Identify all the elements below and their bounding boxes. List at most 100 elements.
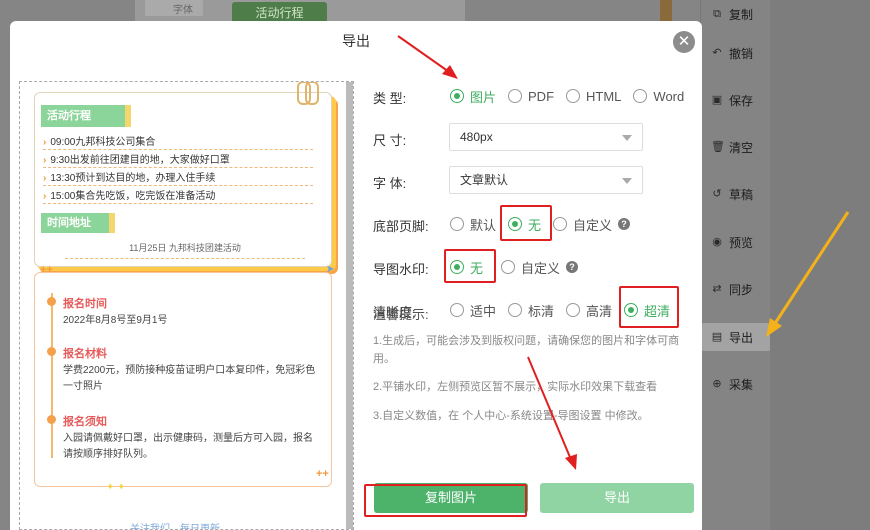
- tool-export-label: 导出: [729, 330, 754, 345]
- tool-clear-label: 清空: [729, 140, 754, 155]
- preview-scrollbar[interactable]: [346, 82, 353, 529]
- sync-icon: ⇄: [712, 283, 722, 295]
- footer-option-default[interactable]: 默认: [450, 215, 496, 234]
- undo-icon: ↶: [712, 47, 722, 59]
- eye-icon: ◉: [712, 236, 722, 248]
- radio-icon: [566, 303, 581, 317]
- type-option-label: Word: [653, 88, 685, 104]
- watermark-label: 导图水印:: [373, 262, 429, 277]
- editor-thumbnail-label: 字体: [173, 5, 193, 16]
- schedule-item: › 09:00九邦科技公司集合: [43, 135, 313, 150]
- watermark-option-custom[interactable]: 自定义: [501, 258, 560, 277]
- size-select[interactable]: 480px: [449, 123, 643, 151]
- tool-draft-label: 草稿: [729, 187, 754, 202]
- timeline-dot: [47, 347, 56, 356]
- tool-preview-label: 预览: [729, 235, 754, 250]
- footer-label: 底部页脚:: [373, 219, 429, 234]
- right-panel-background: [770, 0, 870, 530]
- radio-icon: [450, 217, 464, 231]
- preview-footer: 关注我们，每日更新: [130, 524, 220, 530]
- watermark-option-label: 自定义: [521, 260, 561, 276]
- schedule-item-text: 13:30预计到达目的地，办理入住手续: [50, 173, 216, 184]
- plus-decoration-icon: ++: [40, 264, 53, 276]
- tool-preview[interactable]: ◉ 预览: [701, 228, 771, 256]
- type-label: 类 型:: [373, 91, 407, 106]
- tool-save-label: 保存: [729, 93, 754, 108]
- radio-icon: [633, 89, 648, 103]
- tip-line: 1.生成后，可能会涉及到版权问题，请确保您的图片和字体可商用。: [373, 335, 680, 365]
- tool-copy[interactable]: ⧉ 复制: [701, 0, 771, 28]
- tool-collect-label: 采集: [729, 377, 754, 392]
- clarity-option-medium[interactable]: 适中: [450, 301, 496, 320]
- schedule-item: › 9:30出发前往团建目的地，大家做好口罩: [43, 153, 313, 168]
- schedule-item-text: 15:00集合先吃饭，吃完饭在准备活动: [50, 191, 216, 202]
- schedule-header: 活动行程: [41, 105, 131, 127]
- type-option-pdf[interactable]: PDF: [508, 89, 554, 104]
- font-select[interactable]: 文章默认: [449, 166, 643, 194]
- radio-icon: [501, 260, 516, 274]
- type-option-label: PDF: [528, 88, 555, 104]
- type-options: 图片 PDF HTML Word: [450, 85, 696, 107]
- save-icon: ▣: [711, 94, 723, 106]
- export-button[interactable]: 导出: [540, 483, 694, 513]
- tool-draft[interactable]: ↺ 草稿: [701, 180, 771, 208]
- caret-down-icon: [622, 178, 632, 184]
- highlight-box: [500, 205, 552, 241]
- paperclip-icon: [305, 82, 319, 105]
- chevron-right-icon: ›: [43, 137, 47, 148]
- right-toolbar: ⧉ 复制 ↶ 撤销 ▣ 保存 🗑 清空 ↺ 草稿 ◉ 预览 ⇄ 同步 ▤ 导出 ⊕ 采集: [700, 0, 771, 530]
- export-preview: 活动行程 › 09:00九邦科技公司集合 › 9:30出发前往团建目的地，大家做好口…: [19, 81, 354, 530]
- tool-undo[interactable]: ↶ 撤销: [701, 39, 771, 67]
- radio-icon: [553, 217, 568, 231]
- section-body: 2022年8月8号至9月1号: [63, 315, 168, 326]
- footer-option-label: 默认: [470, 217, 497, 233]
- tool-export[interactable]: ▤ 导出: [701, 323, 771, 351]
- section-body: 学费2200元，预防接种疫苗证明户口本复印件，免冠彩色一寸照片: [63, 365, 316, 392]
- schedule-item: › 15:00集合先吃饭，吃完饭在准备活动: [43, 189, 313, 204]
- radio-icon: [508, 303, 523, 317]
- schedule-item-text: 9:30出发前往团建目的地，大家做好口罩: [50, 155, 230, 166]
- tool-save[interactable]: ▣ 保存: [701, 86, 771, 114]
- clarity-option-label: 标清: [528, 303, 555, 319]
- caret-down-icon: [622, 135, 632, 141]
- plus-decoration-icon: ++: [316, 468, 329, 480]
- type-option-html[interactable]: HTML: [566, 89, 621, 104]
- type-option-label: 图片: [470, 89, 497, 105]
- chevron-right-icon: ›: [43, 155, 47, 166]
- footer-option-label: 自定义: [573, 217, 613, 233]
- size-label: 尺 寸:: [373, 133, 407, 148]
- type-option-label: HTML: [586, 88, 622, 104]
- tool-sync-label: 同步: [729, 282, 754, 297]
- chevron-right-icon: ›: [43, 173, 47, 184]
- section-title: 报名时间: [63, 298, 107, 310]
- schedule-card-footer: 11月25日 九邦科技团建活动: [65, 241, 305, 259]
- font-label: 字 体:: [373, 176, 407, 191]
- registration-card: 报名时间 2022年8月8号至9月1号 报名材料 学费2200元，预防接种疫苗证…: [34, 272, 332, 487]
- size-select-value: 480px: [460, 130, 493, 144]
- collect-icon: ⊕: [712, 378, 722, 390]
- radio-icon: [508, 89, 523, 103]
- draft-icon: ↺: [712, 188, 722, 200]
- help-icon[interactable]: ?: [566, 261, 579, 273]
- section-title: 报名材料: [63, 348, 107, 360]
- tool-collect[interactable]: ⊕ 采集: [701, 370, 771, 398]
- tool-clear[interactable]: 🗑 清空: [701, 133, 771, 161]
- section-title: 报名须知: [63, 416, 107, 428]
- type-option-word[interactable]: Word: [633, 89, 684, 104]
- tool-undo-label: 撤销: [729, 46, 754, 61]
- close-icon[interactable]: ✕: [673, 31, 695, 53]
- clarity-option-standard[interactable]: 标清: [508, 301, 554, 320]
- copy-icon: ⧉: [713, 8, 721, 20]
- clarity-option-label: 适中: [470, 303, 497, 319]
- type-option-image[interactable]: 图片: [450, 87, 496, 106]
- help-icon[interactable]: ?: [618, 218, 631, 230]
- footer-option-custom[interactable]: 自定义: [553, 215, 612, 234]
- tips-title: 温馨提示:: [373, 307, 429, 322]
- timeline-dot: [47, 297, 56, 306]
- schedule-item-text: 09:00九邦科技公司集合: [50, 137, 156, 148]
- export-dialog: 导出 ✕ 活动行程 › 09:00九邦科技公司集合 › 9:30出发前往团建目的地，…: [10, 21, 702, 530]
- clarity-option-high[interactable]: 高清: [566, 301, 612, 320]
- schedule-card: 活动行程 › 09:00九邦科技公司集合 › 9:30出发前往团建目的地，大家做好口…: [34, 82, 332, 267]
- tool-sync[interactable]: ⇄ 同步: [701, 275, 771, 303]
- clarity-option-label: 高清: [586, 303, 613, 319]
